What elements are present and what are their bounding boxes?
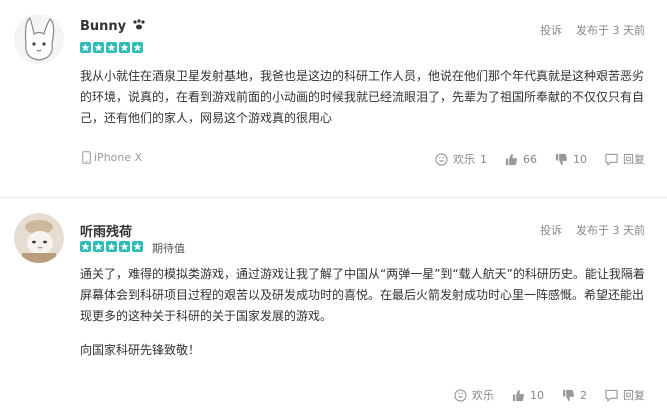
dislike-count: 2: [580, 388, 587, 402]
star-icon: [93, 241, 104, 252]
review-actions: 欢乐 1 66 10 回复: [435, 151, 645, 167]
fun-button[interactable]: 欢乐 1: [435, 151, 487, 167]
username[interactable]: Bunny: [80, 19, 147, 34]
star-icon: [132, 241, 143, 252]
username[interactable]: 听雨残荷: [80, 221, 132, 240]
report-button[interactable]: 投诉: [540, 222, 562, 238]
rating-stars: [80, 42, 143, 53]
review-paragraph: 通关了，难得的模拟类游戏，通过游戏让我了解了中国从“两弹一星”到“载人航天”的科…: [80, 267, 645, 323]
like-count: 66: [523, 152, 537, 166]
reply-icon: [605, 153, 618, 165]
paw-icon: [133, 19, 145, 30]
review-paragraph: 向国家科研先锋致敬！: [80, 343, 201, 357]
fun-label: 欢乐: [453, 153, 475, 166]
review-meta: 投诉 发布于 3 天前: [540, 22, 645, 38]
fun-count: 1: [480, 152, 487, 166]
review-paragraph: 我从小就住在酒泉卫星发射基地，我爸也是这边的科研工作人员，他说在他们那个年代真就…: [80, 69, 645, 125]
device-info: iPhone X: [82, 151, 142, 164]
report-button[interactable]: 投诉: [540, 22, 562, 38]
thumbs-down-icon: [562, 389, 575, 401]
dislike-count: 10: [573, 152, 587, 166]
star-icon: [119, 42, 130, 53]
like-count: 10: [530, 388, 544, 402]
like-button[interactable]: 66: [505, 153, 537, 166]
bunny-avatar-image: [14, 14, 64, 64]
like-button[interactable]: 10: [512, 389, 544, 402]
rating-stars: [80, 241, 143, 252]
laugh-icon: [435, 152, 448, 166]
dislike-button[interactable]: 10: [555, 153, 587, 166]
dislike-button[interactable]: 2: [562, 389, 587, 402]
star-icon: [106, 241, 117, 252]
phone-icon: [82, 151, 91, 164]
posted-time: 发布于 3 天前: [576, 224, 645, 237]
star-icon: [119, 241, 130, 252]
review-text: 我从小就住在酒泉卫星发射基地，我爸也是这边的科研工作人员，他说在他们那个年代真就…: [80, 66, 650, 129]
laugh-icon: [454, 388, 467, 402]
divider: [0, 197, 667, 198]
thumbs-down-icon: [555, 153, 568, 165]
star-icon: [80, 42, 91, 53]
reply-button[interactable]: 回复: [605, 387, 645, 403]
review-meta: 投诉 发布于 3 天前: [540, 222, 645, 238]
reply-label: 回复: [623, 153, 645, 166]
posted-time: 发布于 3 天前: [576, 24, 645, 37]
reply-icon: [605, 389, 618, 401]
device-name: iPhone X: [94, 151, 143, 164]
fun-label: 欢乐: [472, 389, 494, 402]
thumbs-up-icon: [505, 153, 518, 165]
avatar[interactable]: [14, 14, 64, 64]
thumbs-up-icon: [512, 389, 525, 401]
cat-avatar-image: [14, 213, 64, 263]
review-text: 通关了，难得的模拟类游戏，通过游戏让我了解了中国从“两弹一星”到“载人航天”的科…: [80, 264, 650, 361]
reply-label: 回复: [623, 389, 645, 402]
star-icon: [93, 42, 104, 53]
star-icon: [132, 42, 143, 53]
star-icon: [106, 42, 117, 53]
review-actions: 欢乐 10 2 回复: [454, 387, 645, 403]
star-icon: [80, 241, 91, 252]
fun-button[interactable]: 欢乐: [454, 387, 494, 403]
expectation-tag: 期待值: [152, 242, 185, 255]
avatar[interactable]: [14, 213, 64, 263]
reply-button[interactable]: 回复: [605, 151, 645, 167]
